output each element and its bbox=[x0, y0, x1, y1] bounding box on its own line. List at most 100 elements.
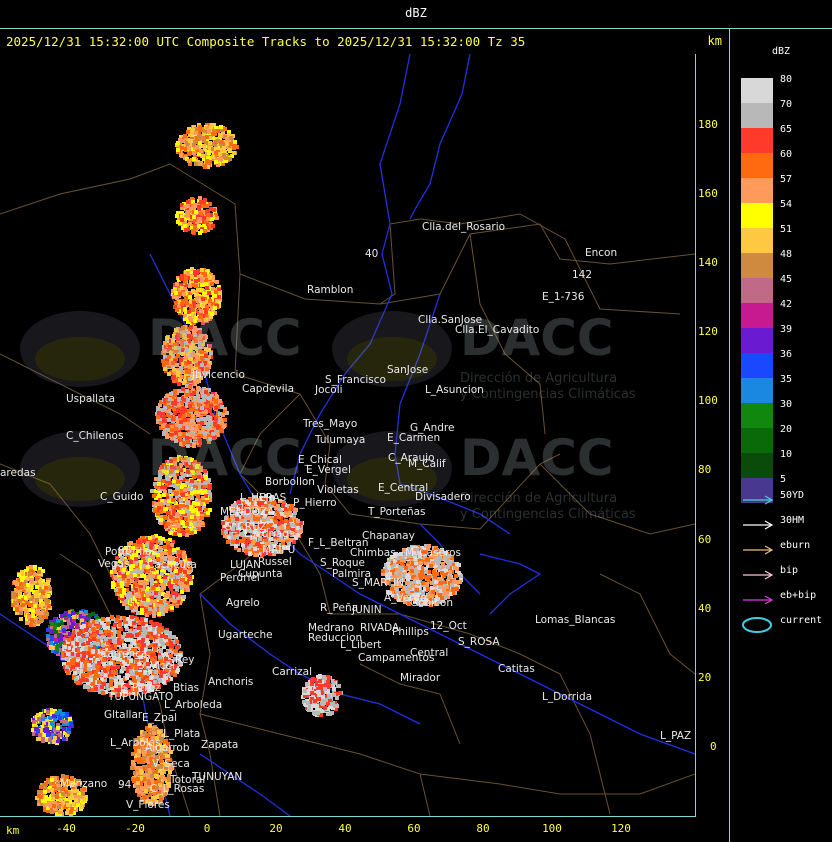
echo-pixel bbox=[88, 613, 92, 617]
echo-pixel bbox=[182, 292, 186, 296]
echo-pixel bbox=[169, 584, 173, 588]
echo-pixel bbox=[131, 564, 135, 568]
echo-pixel bbox=[122, 588, 126, 592]
echo-pixel bbox=[199, 161, 203, 165]
echo-pixel bbox=[207, 151, 211, 155]
echo-pixel bbox=[192, 151, 196, 155]
echo-pixel bbox=[164, 579, 168, 583]
echo-pixel bbox=[191, 230, 195, 234]
echo-pixel bbox=[147, 611, 151, 615]
echo-pixel bbox=[164, 609, 168, 613]
echo-pixel bbox=[72, 615, 76, 619]
echo-pixel bbox=[232, 146, 236, 150]
echo-pixel bbox=[136, 611, 140, 615]
echo-pixel bbox=[163, 545, 167, 549]
echo-pixel bbox=[125, 583, 129, 587]
echo-pixel bbox=[178, 533, 182, 537]
echo-pixel bbox=[137, 594, 141, 598]
echo-pixel bbox=[179, 153, 183, 157]
echo-pixel bbox=[168, 549, 172, 553]
echo-pixel bbox=[148, 536, 152, 540]
echo-pixel bbox=[113, 570, 117, 574]
echo-pixel bbox=[99, 630, 103, 634]
echo-pixel bbox=[140, 574, 144, 578]
echo-pixel bbox=[178, 554, 182, 558]
echo-pixel bbox=[223, 127, 227, 131]
echo-pixel bbox=[224, 156, 228, 160]
echo-pixel bbox=[211, 132, 215, 136]
echo-pixel bbox=[174, 591, 178, 595]
echo-pixel bbox=[176, 141, 180, 145]
echo-pixel bbox=[161, 583, 165, 587]
echo-pixel bbox=[194, 279, 198, 283]
echo-pixel bbox=[200, 268, 204, 272]
echo-pixel bbox=[183, 224, 187, 228]
echo-pixel bbox=[221, 413, 225, 417]
echo-pixel bbox=[142, 564, 146, 568]
echo-pixel bbox=[194, 131, 198, 135]
echo-pixel bbox=[142, 539, 146, 543]
echo-pixel bbox=[204, 282, 208, 286]
echo-pixel bbox=[205, 135, 209, 139]
echo-pixel bbox=[149, 636, 153, 640]
echo-pixel bbox=[210, 123, 214, 127]
echo-pixel bbox=[182, 595, 186, 599]
echo-pixel bbox=[222, 146, 226, 150]
echo-pixel bbox=[146, 641, 150, 645]
echo-pixel bbox=[162, 680, 166, 684]
echo-pixel bbox=[228, 148, 232, 152]
echo-pixel bbox=[71, 641, 75, 645]
echo-pixel bbox=[200, 283, 204, 287]
echo-pixel bbox=[211, 224, 215, 228]
echo-pixel bbox=[199, 149, 203, 153]
echo-pixel bbox=[117, 630, 121, 634]
echo-pixel bbox=[50, 635, 54, 639]
echo-pixel bbox=[229, 136, 233, 140]
echo-pixel bbox=[175, 214, 179, 218]
echo-pixel bbox=[151, 586, 155, 590]
echo-pixel bbox=[84, 628, 88, 632]
echo-pixel bbox=[184, 228, 188, 232]
echo-pixel bbox=[46, 628, 50, 632]
echo-pixel bbox=[190, 531, 194, 535]
echo-pixel bbox=[174, 649, 178, 653]
echo-pixel bbox=[101, 643, 105, 647]
echo-pixel bbox=[59, 637, 63, 641]
echo-pixel bbox=[71, 622, 75, 626]
echo-pixel bbox=[206, 213, 210, 217]
echo-pixel bbox=[229, 142, 233, 146]
echo-pixel bbox=[180, 146, 184, 150]
echo-pixel bbox=[183, 134, 187, 138]
echo-pixel bbox=[109, 679, 113, 683]
echo-pixel bbox=[159, 579, 163, 583]
echo-pixel bbox=[95, 654, 99, 658]
echo-pixel bbox=[214, 160, 218, 164]
echo-pixel bbox=[55, 647, 59, 651]
echo-pixel bbox=[198, 196, 202, 200]
echo-pixel bbox=[123, 662, 127, 666]
echo-pixel bbox=[137, 540, 141, 544]
echo-pixel bbox=[206, 217, 210, 221]
echo-pixel bbox=[232, 151, 236, 155]
echo-pixel bbox=[84, 610, 88, 614]
title-bar: 2025/12/31 15:32:00 UTC Composite Tracks… bbox=[0, 29, 730, 53]
echo-pixel bbox=[118, 623, 122, 627]
echo-pixel bbox=[132, 641, 136, 645]
echo-pixel bbox=[193, 203, 197, 207]
echo-pixel bbox=[158, 546, 162, 550]
echo-pixel bbox=[166, 413, 170, 417]
echo-pixel bbox=[128, 629, 132, 633]
echo-pixel bbox=[199, 200, 203, 204]
echo-pixel bbox=[128, 592, 132, 596]
echo-pixel bbox=[205, 126, 209, 130]
echo-pixel bbox=[180, 218, 184, 222]
echo-pixel bbox=[161, 537, 165, 541]
echo-pixel bbox=[129, 560, 133, 564]
echo-pixel bbox=[210, 217, 214, 221]
echo-pixel bbox=[198, 128, 202, 132]
echo-pixel bbox=[175, 282, 179, 286]
echo-pixel bbox=[183, 205, 187, 209]
echo-pixel bbox=[165, 605, 169, 609]
radar-map[interactable]: DACC DACC Dirección de Agricultura y Con… bbox=[0, 54, 696, 817]
echo-pixel bbox=[187, 413, 191, 417]
